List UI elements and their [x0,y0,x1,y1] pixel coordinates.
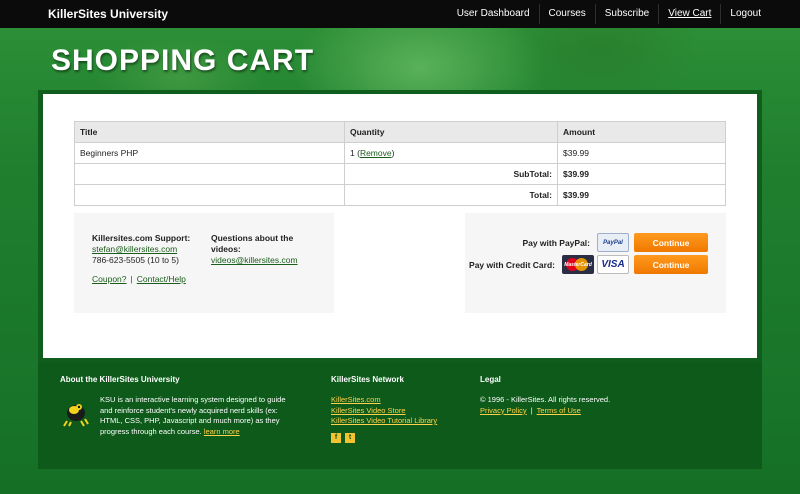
facebook-icon[interactable]: f [331,433,341,443]
paypal-label: Pay with PayPal: [522,237,590,248]
legal-heading: Legal [480,375,501,384]
paypal-row: Pay with PayPal: PayPal Continue [522,233,708,252]
cart-panel: Title Quantity Amount Beginners PHP 1 (R… [43,94,757,358]
payment-box: Pay with PayPal: PayPal Continue Pay wit… [465,213,726,313]
paypal-continue-button[interactable]: Continue [634,233,708,252]
nav-logout[interactable]: Logout [720,4,770,24]
support-links: Coupon? | Contact/Help [92,274,186,284]
about-heading: About the KillerSites University [60,375,180,384]
coupon-link[interactable]: Coupon? [92,274,127,284]
cart-table: Title Quantity Amount Beginners PHP 1 (R… [74,121,726,206]
credit-card-label: Pay with Credit Card: [469,259,555,270]
visa-icon: VISA [597,255,629,274]
support-contact: Killersites.com Support: stefan@killersi… [92,233,202,266]
subtotal-label: SubTotal: [344,163,558,185]
nav-subscribe[interactable]: Subscribe [594,4,658,24]
subtotal-row: SubTotal: $39.99 [74,163,726,185]
videos-heading: Questions about the videos: [211,233,294,254]
col-quantity-header: Quantity [344,121,558,143]
twitter-icon[interactable]: t [345,433,355,443]
support-phone: 786-623-5505 (10 to 5) [92,255,179,265]
total-value: $39.99 [557,184,726,206]
copyright-text: © 1996 - KillerSites. All rights reserve… [480,395,611,404]
credit-card-continue-button[interactable]: Continue [634,255,708,274]
support-heading: Killersites.com Support: [92,233,191,243]
learn-more-link[interactable]: learn more [204,427,240,436]
item-quantity-cell: 1 (Remove) [344,142,558,164]
item-amount: $39.99 [557,142,726,164]
support-email-link[interactable]: stefan@killersites.com [92,244,177,254]
support-box: Killersites.com Support: stefan@killersi… [74,213,334,313]
videos-email-link[interactable]: videos@killersites.com [211,255,298,265]
total-row: Total: $39.99 [74,184,726,206]
terms-of-use-link[interactable]: Terms of Use [537,406,581,415]
paypal-icon: PayPal [597,233,629,252]
network-link-tutorial-library[interactable]: KillerSites Video Tutorial Library [331,416,437,425]
cart-item-row: Beginners PHP 1 (Remove) $39.99 [74,142,726,164]
total-spacer [74,184,345,206]
item-title: Beginners PHP [74,142,345,164]
top-navbar: KillerSites University User Dashboard Co… [0,0,800,28]
item-quantity: 1 [350,148,355,158]
privacy-policy-link[interactable]: Privacy Policy [480,406,527,415]
social-links: f t [331,433,359,443]
total-label: Total: [344,184,558,206]
cart-header-row: Title Quantity Amount [74,121,726,143]
videos-contact: Questions about the videos: videos@kille… [211,233,321,266]
contact-help-link[interactable]: Contact/Help [137,274,186,284]
col-amount-header: Amount [557,121,726,143]
subtotal-spacer [74,163,345,185]
subtotal-value: $39.99 [557,163,726,185]
main-nav: User Dashboard Courses Subscribe View Ca… [448,0,770,28]
about-text: KSU is an interactive learning system de… [100,395,286,436]
page-title: SHOPPING CART [51,44,315,77]
network-link-video-store[interactable]: KillerSites Video Store [331,406,405,415]
site-footer: About the KillerSites University KSU is … [38,362,762,469]
nav-courses[interactable]: Courses [538,4,595,24]
network-links: KillerSites.com KillerSites Video Store … [331,395,437,427]
network-link-killersites[interactable]: KillerSites.com [331,395,381,404]
nav-view-cart[interactable]: View Cart [658,4,720,24]
network-heading: KillerSites Network [331,375,404,384]
legal-info: © 1996 - KillerSites. All rights reserve… [480,395,611,415]
site-brand[interactable]: KillerSites University [48,7,168,21]
mastercard-icon: MasterCard [562,255,594,274]
nav-user-dashboard[interactable]: User Dashboard [448,4,539,24]
frog-logo-icon [63,404,89,427]
remove-link[interactable]: Remove [360,148,392,158]
col-title-header: Title [74,121,345,143]
credit-card-row: Pay with Credit Card: MasterCard VISA Co… [469,255,708,274]
